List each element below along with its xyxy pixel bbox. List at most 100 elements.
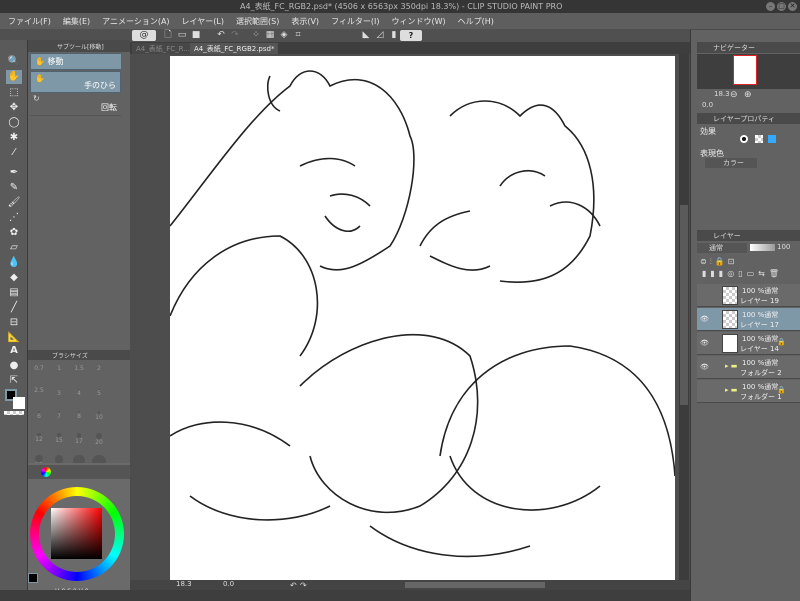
layer-lock-icons[interactable]: ⊜⫶🔒⊡ — [700, 257, 737, 267]
brush-icon[interactable]: 🖌 — [6, 196, 22, 210]
menu-file[interactable]: ファイル(F) — [8, 16, 51, 27]
sub-color-swatch[interactable] — [13, 397, 25, 409]
expression-color-select[interactable]: カラー — [705, 158, 757, 168]
opacity-slider[interactable] — [750, 244, 775, 251]
brush-size-preset[interactable]: 8 — [69, 409, 89, 431]
gradient-icon[interactable]: ▤ — [6, 286, 22, 300]
brush-size-preset[interactable]: 6 — [29, 409, 49, 431]
brush-size-preset[interactable]: 10 — [89, 409, 109, 431]
blend-icon[interactable]: 💧 — [6, 256, 22, 270]
fill-icon[interactable]: ▦ — [264, 29, 276, 41]
move-layer-icon[interactable]: ✥ — [6, 101, 22, 115]
brush-size-preset[interactable]: 0.7 — [29, 365, 49, 387]
layer-row[interactable]: ▸ ▬ 100 %通常 フォルダー 1 🔒 — [697, 380, 800, 403]
figure-icon[interactable]: ╱ — [6, 301, 22, 315]
zoom-out-icon[interactable]: ⊖ — [730, 90, 738, 100]
eraser-icon[interactable]: ▱ — [6, 241, 22, 255]
opacity-value[interactable]: 100 — [777, 243, 790, 251]
horizontal-scroll-thumb[interactable] — [405, 582, 545, 588]
brush-size-preset[interactable]: 15 — [49, 431, 69, 453]
menu-window[interactable]: ウィンドウ(W) — [392, 16, 446, 27]
pencil-icon[interactable]: ✎ — [6, 181, 22, 195]
layer-property-tab[interactable]: レイヤープロパティ — [697, 113, 800, 124]
fill-bucket-icon[interactable]: ◈ — [278, 29, 290, 41]
navigator-tab[interactable]: ナビゲーター — [697, 42, 800, 53]
lock-icon[interactable]: 🔒 — [777, 386, 786, 394]
new-file-icon[interactable]: 🗋 — [162, 29, 174, 41]
rotate-left-icon[interactable]: ↶ — [290, 581, 297, 590]
layer-row[interactable]: 👁 100 %通常 レイヤー 14 🔒 — [697, 332, 800, 355]
pen-icon[interactable]: ✒ — [6, 166, 22, 180]
menu-help[interactable]: ヘルプ(H) — [458, 16, 494, 27]
sub-tool-hand[interactable]: ✋ 手のひら — [30, 71, 121, 93]
main-color-swatch-panel[interactable] — [28, 573, 38, 583]
brush-size-preset[interactable]: 4 — [69, 387, 89, 409]
ruler-snap-icon[interactable]: ◣ — [360, 29, 372, 41]
effect-layer-color-icon[interactable] — [768, 135, 776, 143]
angle-value[interactable]: 0.0 — [223, 580, 234, 588]
correct-line-icon[interactable]: ⇱ — [6, 374, 22, 388]
sub-tool-tab[interactable]: サブツール[移動] — [57, 42, 104, 51]
redo-icon[interactable]: ↷ — [229, 29, 241, 41]
decoration-icon[interactable]: ✿ — [6, 226, 22, 240]
eyedropper-icon[interactable]: ⁄ — [6, 146, 22, 160]
minimize-button[interactable]: – — [766, 2, 775, 11]
maximize-button[interactable]: □ — [777, 2, 786, 11]
help-icon[interactable]: ? — [400, 30, 422, 41]
color-wheel-tab-icon[interactable] — [41, 467, 51, 477]
clear-icon[interactable]: ⁘ — [250, 29, 262, 41]
operation-tool-icon[interactable]: ⬚ — [6, 86, 22, 100]
menu-animation[interactable]: アニメーション(A) — [102, 16, 169, 27]
special-ruler-snap-icon[interactable]: ◿ — [374, 29, 386, 41]
fill-tool-icon[interactable]: ◆ — [6, 271, 22, 285]
rotate-right-icon[interactable]: ↷ — [300, 581, 307, 590]
brush-size-tab[interactable]: ブラシサイズ — [52, 351, 88, 360]
brush-size-preset[interactable]: 1 — [49, 365, 69, 387]
navigator-angle[interactable]: 0.0 — [702, 101, 713, 109]
menu-layer[interactable]: レイヤー(L) — [182, 16, 224, 27]
effect-border-icon[interactable] — [740, 135, 748, 143]
brush-size-preset[interactable]: 1.5 — [69, 365, 89, 387]
vertical-scroll-thumb[interactable] — [680, 205, 688, 405]
navigator-view-frame[interactable] — [733, 55, 757, 85]
menu-view[interactable]: 表示(V) — [291, 16, 319, 27]
balloon-icon[interactable]: ● — [6, 359, 22, 373]
effect-tone-icon[interactable] — [755, 135, 763, 143]
brush-size-preset[interactable]: 5 — [89, 387, 109, 409]
brush-size-preset[interactable]: 3 — [49, 387, 69, 409]
navigator-zoom[interactable]: 18.3 — [714, 90, 730, 98]
save-icon[interactable]: ■ — [190, 29, 202, 41]
zoom-in-icon[interactable]: ⊕ — [744, 90, 752, 100]
ruler-icon[interactable]: 📐 — [6, 331, 22, 345]
lock-icon[interactable]: 🔒 — [777, 338, 786, 346]
transparent-color-swatch[interactable] — [4, 411, 24, 415]
saturation-value-square[interactable] — [51, 508, 102, 559]
sub-tool-rotate[interactable]: ↻ 回転 — [30, 94, 121, 116]
selection-icon[interactable]: ◯ — [6, 116, 22, 130]
canvas-paper[interactable] — [170, 56, 675, 581]
layer-tab[interactable]: レイヤー — [697, 230, 800, 241]
menu-filter[interactable]: フィルター(I) — [331, 16, 379, 27]
menu-edit[interactable]: 編集(E) — [63, 16, 90, 27]
eye-icon[interactable]: 👁 — [700, 339, 709, 347]
brush-size-preset[interactable]: 7 — [49, 409, 69, 431]
eye-icon[interactable]: 👁 — [700, 315, 709, 323]
clip-studio-icon[interactable]: @ — [132, 30, 156, 41]
brush-size-preset[interactable]: 20 — [89, 431, 109, 453]
zoom-value[interactable]: 18.3 — [176, 580, 192, 588]
text-tool-icon[interactable]: A — [6, 344, 22, 358]
layer-row[interactable]: 100 %通常 レイヤー 19 — [697, 284, 800, 307]
brush-size-preset[interactable]: 2 — [89, 365, 109, 387]
grid-snap-icon[interactable]: ▮ — [388, 29, 400, 41]
brush-size-preset[interactable]: 2.5 — [29, 387, 49, 409]
tab-document-1[interactable]: A4_表紙_FC_R... — [132, 43, 194, 54]
menu-selection[interactable]: 選択範囲(S) — [236, 16, 279, 27]
airbrush-icon[interactable]: ⋰ — [6, 211, 22, 225]
brush-size-preset[interactable]: 17 — [69, 431, 89, 453]
open-file-icon[interactable]: ▭ — [176, 29, 188, 41]
zoom-tool-icon[interactable]: 🔍 — [6, 55, 22, 69]
close-button[interactable]: ✕ — [788, 2, 797, 11]
layer-action-icons[interactable]: ▮▮▮◎▯▭⇆🗑 — [702, 269, 783, 278]
transform-icon[interactable]: ⌗ — [292, 29, 304, 41]
layer-row[interactable]: 👁 ▸ ▬ 100 %通常 フォルダー 2 — [697, 356, 800, 379]
